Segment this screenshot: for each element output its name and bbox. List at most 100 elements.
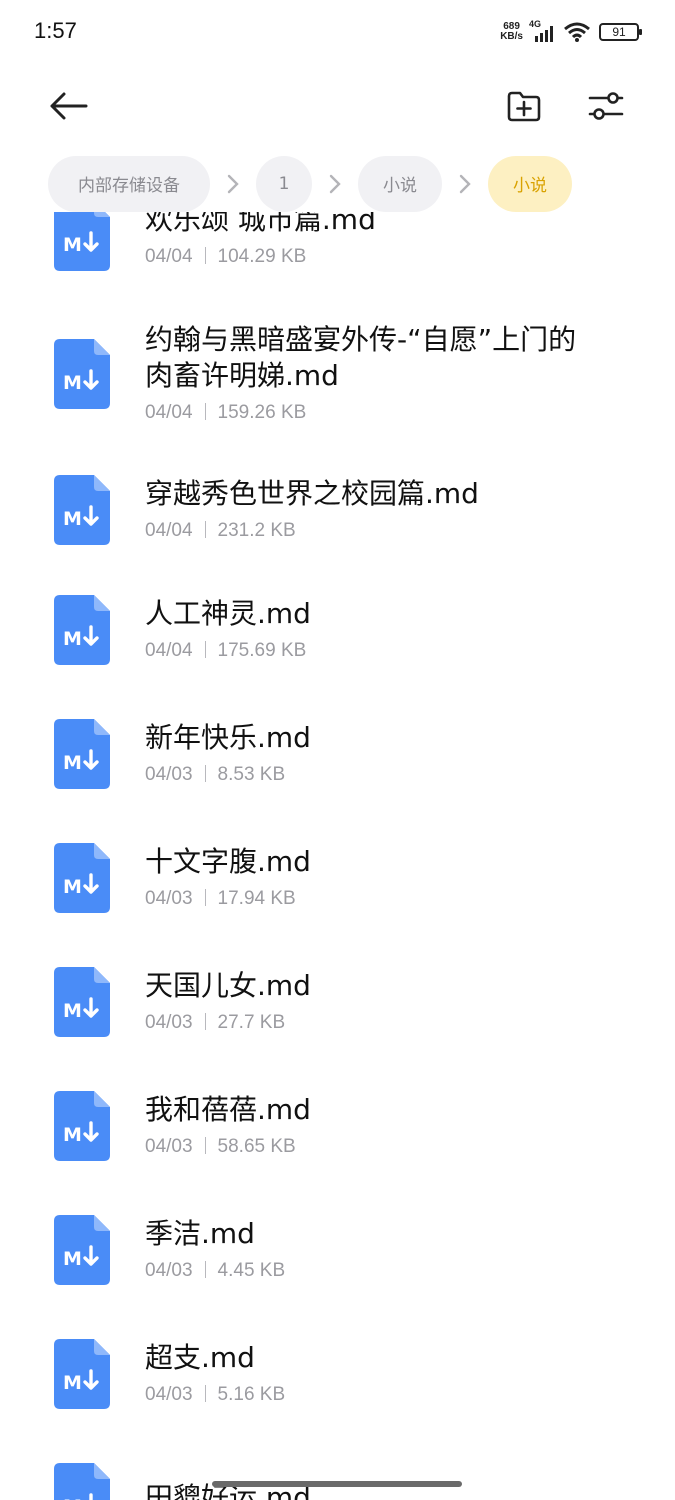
meta-divider	[204, 1013, 206, 1030]
file-date: 04/03	[145, 764, 193, 785]
file-size: 58.65 KB	[217, 1136, 296, 1157]
file-info: 人工神灵.md 04/04 175.69 KB	[145, 596, 585, 664]
file-info: 超支.md 04/03 5.16 KB	[145, 1340, 585, 1408]
file-date: 04/03	[145, 1136, 193, 1157]
file-info: 天国儿女.md 04/03 27.7 KB	[145, 968, 585, 1036]
file-size: 8.53 KB	[217, 764, 286, 785]
markdown-file-icon: M	[54, 1339, 110, 1409]
file-meta: 04/04 231.2 KB	[145, 518, 585, 544]
chevron-right-icon	[210, 174, 256, 194]
file-info: 约翰与黑暗盛宴外传-“自愿”上门的肉畜许明娣.md 04/04 159.26 KB	[145, 322, 585, 426]
home-indicator[interactable]	[212, 1481, 462, 1487]
file-size: 27.7 KB	[217, 1012, 286, 1033]
markdown-file-icon: M	[54, 1463, 110, 1500]
breadcrumb-item-1[interactable]: 1	[256, 155, 312, 212]
file-list-item[interactable]: M田貔好运.md	[0, 1436, 675, 1500]
meta-divider	[204, 403, 206, 420]
meta-divider	[204, 1261, 206, 1278]
file-list[interactable]: M 欢乐颂 城市篇.md 04/04 104.29 KB M 约翰与黑暗盛宴外传-“自愿”…	[0, 212, 675, 1500]
svg-text:M: M	[63, 508, 82, 530]
file-size: 175.69 KB	[217, 640, 307, 661]
arrow-left-icon	[50, 92, 88, 120]
chevron-right-icon	[442, 174, 488, 194]
file-list-item[interactable]: M 我和蓓蓓.md 04/03 58.65 KB	[0, 1064, 675, 1188]
file-name: 天国儿女.md	[145, 969, 311, 1002]
svg-text:M: M	[63, 1000, 82, 1022]
file-name: 约翰与黑暗盛宴外传-“自愿”上门的肉畜许明娣.md	[145, 323, 577, 392]
meta-divider	[204, 765, 206, 782]
file-meta: 04/04 175.69 KB	[145, 638, 585, 664]
markdown-file-icon: M	[54, 339, 110, 409]
markdown-file-icon: M	[54, 1091, 110, 1161]
svg-text:M: M	[63, 1496, 82, 1500]
file-size: 231.2 KB	[217, 520, 296, 541]
breadcrumb-item-internal-storage[interactable]: 内部存储设备	[48, 155, 210, 212]
file-size: 104.29 KB	[217, 246, 307, 267]
file-name: 穿越秀色世界之校园篇.md	[145, 477, 479, 510]
svg-text:M: M	[63, 234, 82, 256]
file-list-item[interactable]: M 季洁.md 04/03 4.45 KB	[0, 1188, 675, 1312]
file-info: 新年快乐.md 04/03 8.53 KB	[145, 720, 585, 788]
file-meta: 04/04 104.29 KB	[145, 244, 585, 270]
file-info: 欢乐颂 城市篇.md 04/04 104.29 KB	[145, 212, 585, 270]
filter-settings-button[interactable]	[578, 78, 634, 134]
file-name: 我和蓓蓓.md	[145, 1093, 311, 1126]
file-size: 5.16 KB	[217, 1384, 286, 1405]
breadcrumb-item-novels-current[interactable]: 小说	[488, 155, 572, 212]
file-name: 超支.md	[145, 1341, 255, 1374]
file-name: 人工神灵.md	[145, 597, 311, 630]
file-name: 十文字腹.md	[145, 845, 311, 878]
file-date: 04/04	[145, 640, 193, 661]
markdown-file-icon: M	[54, 595, 110, 665]
toolbar	[0, 64, 675, 150]
file-meta: 04/03 27.7 KB	[145, 1010, 585, 1036]
wifi-icon	[563, 21, 593, 43]
svg-text:M: M	[63, 752, 82, 774]
file-size: 159.26 KB	[217, 402, 307, 423]
file-size: 4.45 KB	[217, 1260, 286, 1281]
file-meta: 04/03 17.94 KB	[145, 886, 585, 912]
status-time: 1:57	[34, 18, 77, 43]
file-size: 17.94 KB	[217, 888, 296, 909]
markdown-file-icon: M	[54, 967, 110, 1037]
file-meta: 04/03 58.65 KB	[145, 1134, 585, 1160]
markdown-file-icon: M	[54, 212, 110, 271]
file-date: 04/04	[145, 402, 193, 423]
file-date: 04/03	[145, 1012, 193, 1033]
file-date: 04/03	[145, 888, 193, 909]
network-speed: 689 KB/s	[500, 21, 523, 42]
file-meta: 04/04 159.26 KB	[145, 400, 585, 426]
meta-divider	[204, 889, 206, 906]
file-date: 04/04	[145, 520, 193, 541]
file-list-item[interactable]: M 十文字腹.md 04/03 17.94 KB	[0, 816, 675, 940]
file-info: 穿越秀色世界之校园篇.md 04/04 231.2 KB	[145, 476, 585, 544]
file-list-item[interactable]: M 穿越秀色世界之校园篇.md 04/04 231.2 KB	[0, 452, 675, 568]
svg-text:M: M	[63, 1248, 82, 1270]
back-button[interactable]	[40, 78, 96, 134]
markdown-file-icon: M	[54, 475, 110, 545]
signal-icon: 4G	[529, 19, 557, 43]
file-list-item[interactable]: M 欢乐颂 城市篇.md 04/04 104.29 KB	[0, 212, 675, 296]
file-info: 十文字腹.md 04/03 17.94 KB	[145, 844, 585, 912]
meta-divider	[204, 641, 206, 658]
breadcrumb: 内部存储设备 1 小说 小说	[48, 155, 572, 212]
file-name: 欢乐颂 城市篇.md	[145, 212, 376, 236]
markdown-file-icon: M	[54, 719, 110, 789]
status-indicators: 689 KB/s 4G 91	[500, 18, 642, 46]
meta-divider	[204, 247, 206, 264]
file-name: 新年快乐.md	[145, 721, 311, 754]
new-folder-button[interactable]	[496, 78, 552, 134]
file-list-item[interactable]: M 新年快乐.md 04/03 8.53 KB	[0, 692, 675, 816]
file-date: 04/03	[145, 1260, 193, 1281]
file-list-item[interactable]: M 天国儿女.md 04/03 27.7 KB	[0, 940, 675, 1064]
file-date: 04/03	[145, 1384, 193, 1405]
file-info: 季洁.md 04/03 4.45 KB	[145, 1216, 585, 1284]
svg-text:M: M	[63, 1124, 82, 1146]
meta-divider	[204, 1137, 206, 1154]
file-list-item[interactable]: M 约翰与黑暗盛宴外传-“自愿”上门的肉畜许明娣.md 04/04 159.26 KB	[0, 296, 675, 452]
battery-icon: 91	[599, 23, 642, 41]
file-meta: 04/03 4.45 KB	[145, 1258, 585, 1284]
file-list-item[interactable]: M 人工神灵.md 04/04 175.69 KB	[0, 568, 675, 692]
breadcrumb-item-novels[interactable]: 小说	[358, 155, 442, 212]
file-list-item[interactable]: M 超支.md 04/03 5.16 KB	[0, 1312, 675, 1436]
